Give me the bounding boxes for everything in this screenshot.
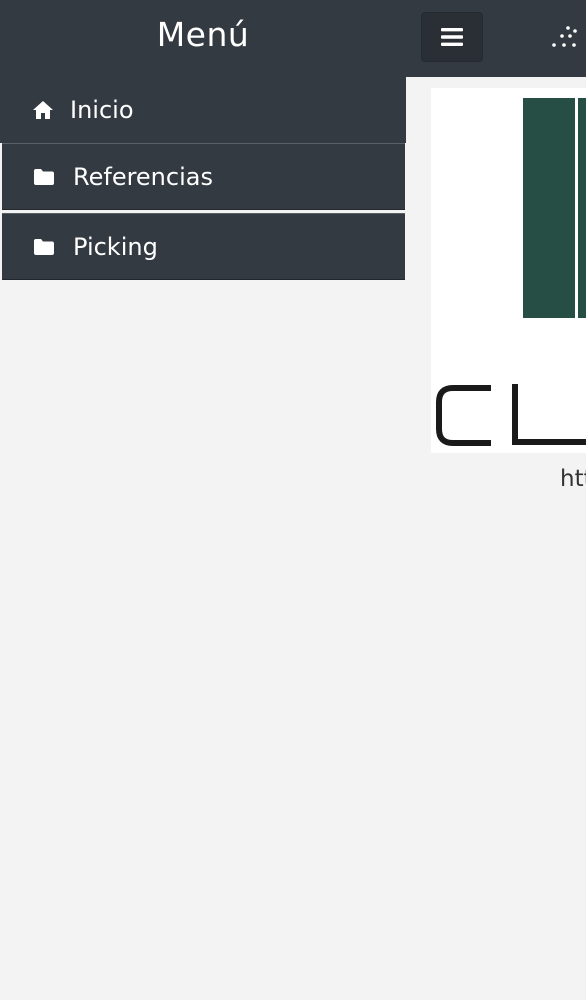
menu-toggle-button[interactable] bbox=[421, 12, 483, 62]
folder-icon bbox=[31, 166, 57, 188]
hamburger-icon bbox=[441, 28, 463, 46]
home-icon bbox=[30, 99, 56, 121]
logo-graphic bbox=[436, 98, 586, 446]
sidebar-item-referencias[interactable]: Referencias bbox=[2, 143, 405, 210]
url-text: htt bbox=[560, 466, 586, 492]
company-logo bbox=[431, 88, 586, 453]
more-options-button[interactable] bbox=[548, 22, 582, 52]
folder-icon bbox=[31, 236, 57, 258]
sidebar-item-label: Picking bbox=[73, 232, 158, 261]
page-title: Menú bbox=[156, 15, 250, 54]
app-screen: Menú Inicio Referencias Picking ht bbox=[0, 0, 586, 1000]
sidebar-item-inicio[interactable]: Inicio bbox=[0, 76, 406, 143]
sidebar-item-label: Referencias bbox=[73, 162, 213, 191]
sidebar-item-label: Inicio bbox=[70, 95, 134, 124]
top-bar: Menú bbox=[0, 0, 586, 77]
dots-icon bbox=[552, 26, 577, 47]
sidebar-item-picking[interactable]: Picking bbox=[2, 213, 405, 280]
